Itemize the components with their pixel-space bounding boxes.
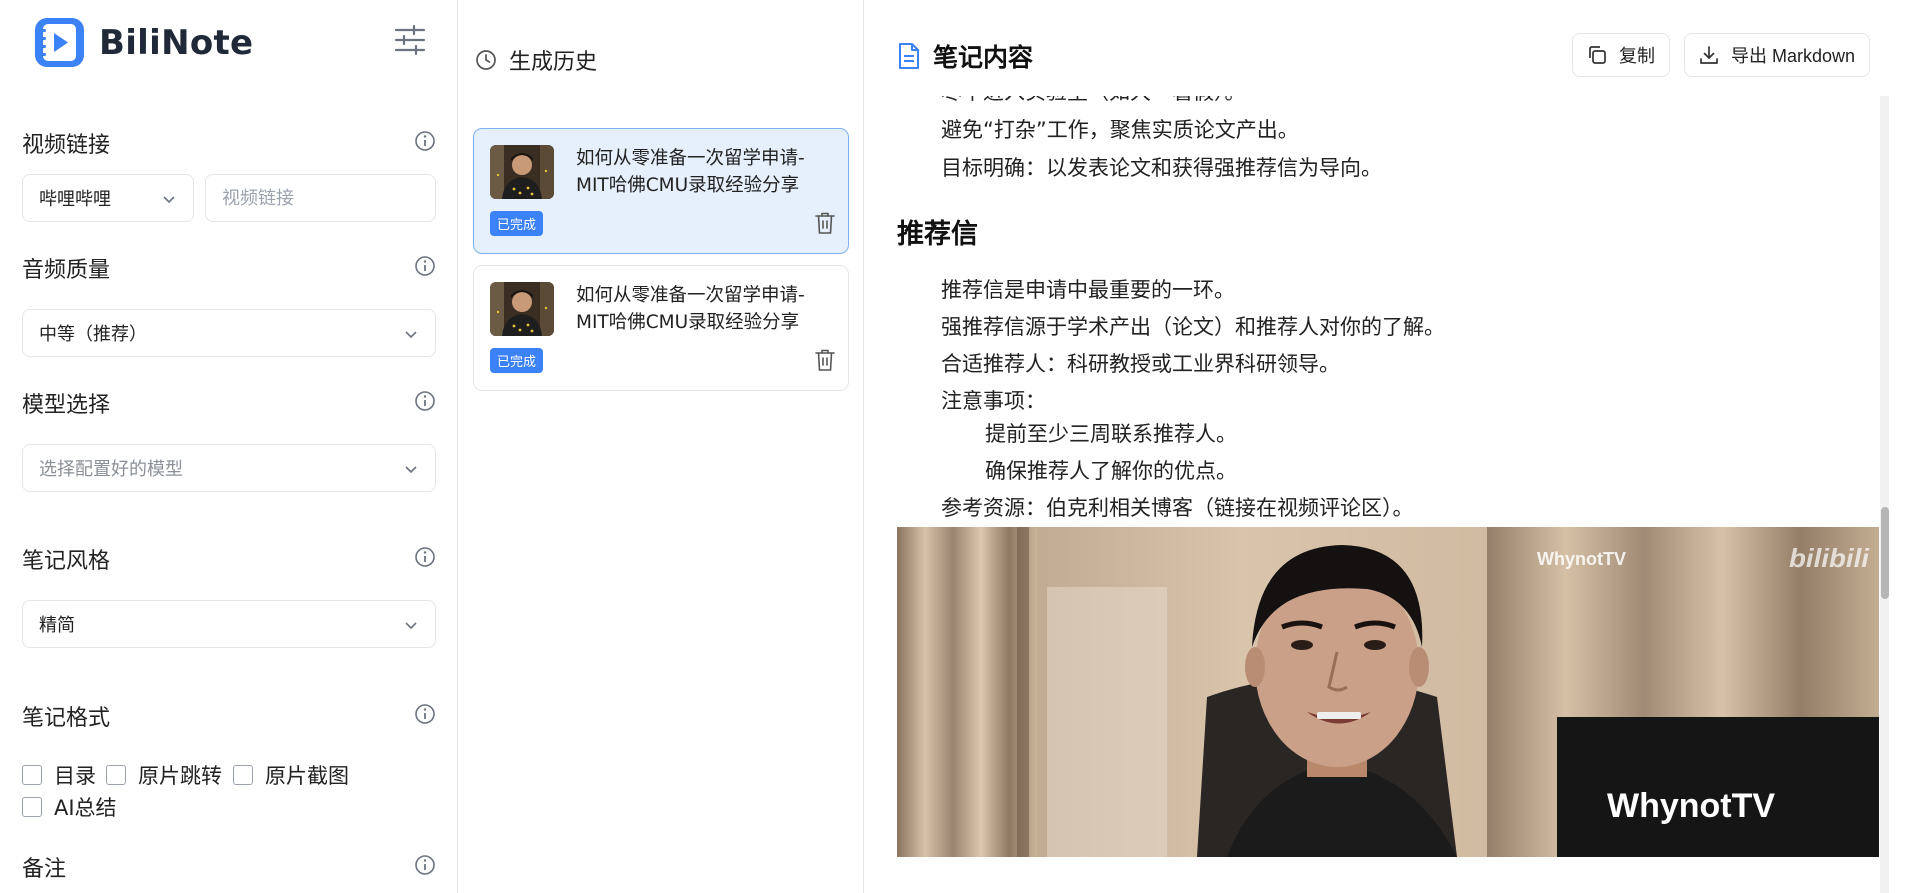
list-item: 避免“打杂”工作，聚焦实质论文产出。 — [941, 118, 1299, 142]
monitor-text: WhynotTV — [1607, 787, 1775, 825]
app-root: BiliNote 视频链接 哔哩哔哩 音频质量 中 — [0, 0, 1920, 893]
format-jump-label: 原片跳转 — [138, 764, 222, 788]
list-item: 注意事项： — [941, 389, 1046, 413]
note-scrollbar-track[interactable] — [1880, 96, 1889, 893]
copy-label: 复制 — [1619, 46, 1655, 66]
clock-icon — [476, 50, 496, 70]
format-ai-summary-label: AI总结 — [54, 796, 117, 820]
video-link-label: 视频链接 — [22, 133, 111, 158]
format-screenshot-label: 原片截图 — [265, 764, 349, 788]
model-select-label: 模型选择 — [22, 393, 111, 418]
format-toc-label: 目录 — [54, 764, 96, 788]
note-style-label: 笔记风格 — [22, 549, 111, 574]
settings-sliders-icon[interactable] — [392, 22, 428, 58]
video-url-field[interactable] — [205, 174, 436, 222]
config-sidebar: BiliNote 视频链接 哔哩哔哩 音频质量 中 — [0, 0, 458, 893]
remarks-label: 备注 — [22, 857, 67, 882]
note-content-scroll[interactable]: 尽早进入实验室（如大一暑假）。 避免“打杂”工作，聚焦实质论文产出。 目标明确：… — [865, 96, 1905, 893]
remarks-info-icon[interactable] — [414, 854, 436, 876]
audio-quality-info-icon[interactable] — [414, 255, 436, 277]
app-name: BiliNote — [99, 22, 254, 63]
title-line: MIT哈佛CMU录取经验分享 — [576, 312, 800, 333]
video-screenshot: WhynotTV bilibili WhynotTV — [897, 527, 1879, 857]
checkbox-box[interactable] — [233, 765, 253, 785]
export-label: 导出 Markdown — [1731, 46, 1856, 66]
platform-select[interactable]: 哔哩哔哩 — [22, 174, 194, 222]
platform-selected-value: 哔哩哔哩 — [39, 189, 111, 210]
video-frame-image: WhynotTV bilibili WhynotTV — [897, 527, 1879, 857]
list-item: 确保推荐人了解你的优点。 — [985, 459, 1237, 483]
note-format-info-icon[interactable] — [414, 703, 436, 725]
video-thumbnail — [490, 145, 554, 199]
checkbox-box[interactable] — [22, 797, 42, 817]
history-header: 生成历史 — [475, 44, 597, 76]
title-line: 如何从零准备一次留学申请- — [576, 285, 805, 306]
trash-icon[interactable] — [814, 211, 836, 235]
history-item[interactable]: 如何从零准备一次留学申请- MIT哈佛CMU录取经验分享 已完成 — [473, 128, 849, 254]
audio-quality-label: 音频质量 — [22, 258, 111, 283]
note-style-info-icon[interactable] — [414, 546, 436, 568]
section-heading: 推荐信 — [897, 219, 978, 250]
title-line: 如何从零准备一次留学申请- — [576, 148, 805, 169]
model-info-icon[interactable] — [414, 390, 436, 412]
chevron-down-icon — [163, 196, 175, 204]
status-badge: 已完成 — [490, 211, 544, 236]
note-style-select[interactable]: 精简 — [22, 600, 436, 648]
note-scrollbar-thumb[interactable] — [1881, 507, 1889, 599]
note-panel: 笔记内容 复制 导出 Markdown 尽早进入实验室（如大一暑假）。 避免“打… — [865, 0, 1920, 893]
history-panel: 生成历史 如何从零准备一次留学申请- MIT哈佛CMU录取经验分享 已完成 如何… — [459, 0, 864, 893]
brand: BiliNote — [32, 15, 253, 70]
list-item: 目标明确：以发表论文和获得强推荐信为导向。 — [941, 156, 1382, 180]
trash-icon[interactable] — [814, 348, 836, 372]
list-item: 尽早进入实验室（如大一暑假）。 — [941, 96, 1246, 106]
list-item: 提前至少三周联系推荐人。 — [985, 422, 1237, 446]
download-icon — [1700, 46, 1718, 64]
format-ai-summary-checkbox[interactable]: AI总结 — [22, 792, 117, 822]
checkbox-box[interactable] — [22, 765, 42, 785]
format-screenshot-checkbox[interactable]: 原片截图 — [233, 760, 349, 790]
history-item[interactable]: 如何从零准备一次留学申请- MIT哈佛CMU录取经验分享 已完成 — [473, 265, 849, 391]
note-style-value: 精简 — [39, 615, 75, 636]
note-format-label: 笔记格式 — [22, 706, 111, 731]
bilinote-logo-icon — [35, 18, 84, 67]
note-header: 笔记内容 — [897, 38, 1033, 74]
format-toc-checkbox[interactable]: 目录 — [22, 760, 96, 790]
chevron-down-icon — [405, 331, 417, 339]
history-item-title: 如何从零准备一次留学申请- MIT哈佛CMU录取经验分享 — [576, 282, 836, 336]
title-line: MIT哈佛CMU录取经验分享 — [576, 175, 800, 196]
chevron-down-icon — [405, 622, 417, 630]
audio-quality-value: 中等（推荐） — [39, 324, 147, 345]
format-jump-checkbox[interactable]: 原片跳转 — [106, 760, 222, 790]
copy-button[interactable]: 复制 — [1572, 33, 1670, 77]
list-item: 推荐信是申请中最重要的一环。 — [941, 278, 1235, 302]
status-badge: 已完成 — [490, 348, 544, 373]
document-icon — [899, 43, 919, 69]
copy-icon — [1589, 46, 1606, 64]
list-item: 参考资源：伯克利相关博客（链接在视频评论区）。 — [941, 496, 1414, 520]
video-thumbnail — [490, 282, 554, 336]
video-link-info-icon[interactable] — [414, 130, 436, 152]
audio-quality-select[interactable]: 中等（推荐） — [22, 309, 436, 357]
model-select[interactable]: 选择配置好的模型 — [22, 444, 436, 492]
chevron-down-icon — [405, 466, 417, 474]
model-placeholder: 选择配置好的模型 — [39, 459, 183, 480]
watermark-text: WhynotTV — [1537, 549, 1626, 569]
bilibili-logo-text: bilibili — [1789, 543, 1870, 573]
export-markdown-button[interactable]: 导出 Markdown — [1684, 33, 1871, 77]
note-title: 笔记内容 — [933, 43, 1034, 72]
history-title: 生成历史 — [509, 50, 598, 75]
video-url-input[interactable] — [222, 187, 419, 209]
list-item: 强推荐信源于学术产出（论文）和推荐人对你的了解。 — [941, 315, 1445, 339]
history-item-title: 如何从零准备一次留学申请- MIT哈佛CMU录取经验分享 — [576, 145, 836, 199]
checkbox-box[interactable] — [106, 765, 126, 785]
list-item: 合适推荐人：科研教授或工业界科研领导。 — [941, 352, 1340, 376]
